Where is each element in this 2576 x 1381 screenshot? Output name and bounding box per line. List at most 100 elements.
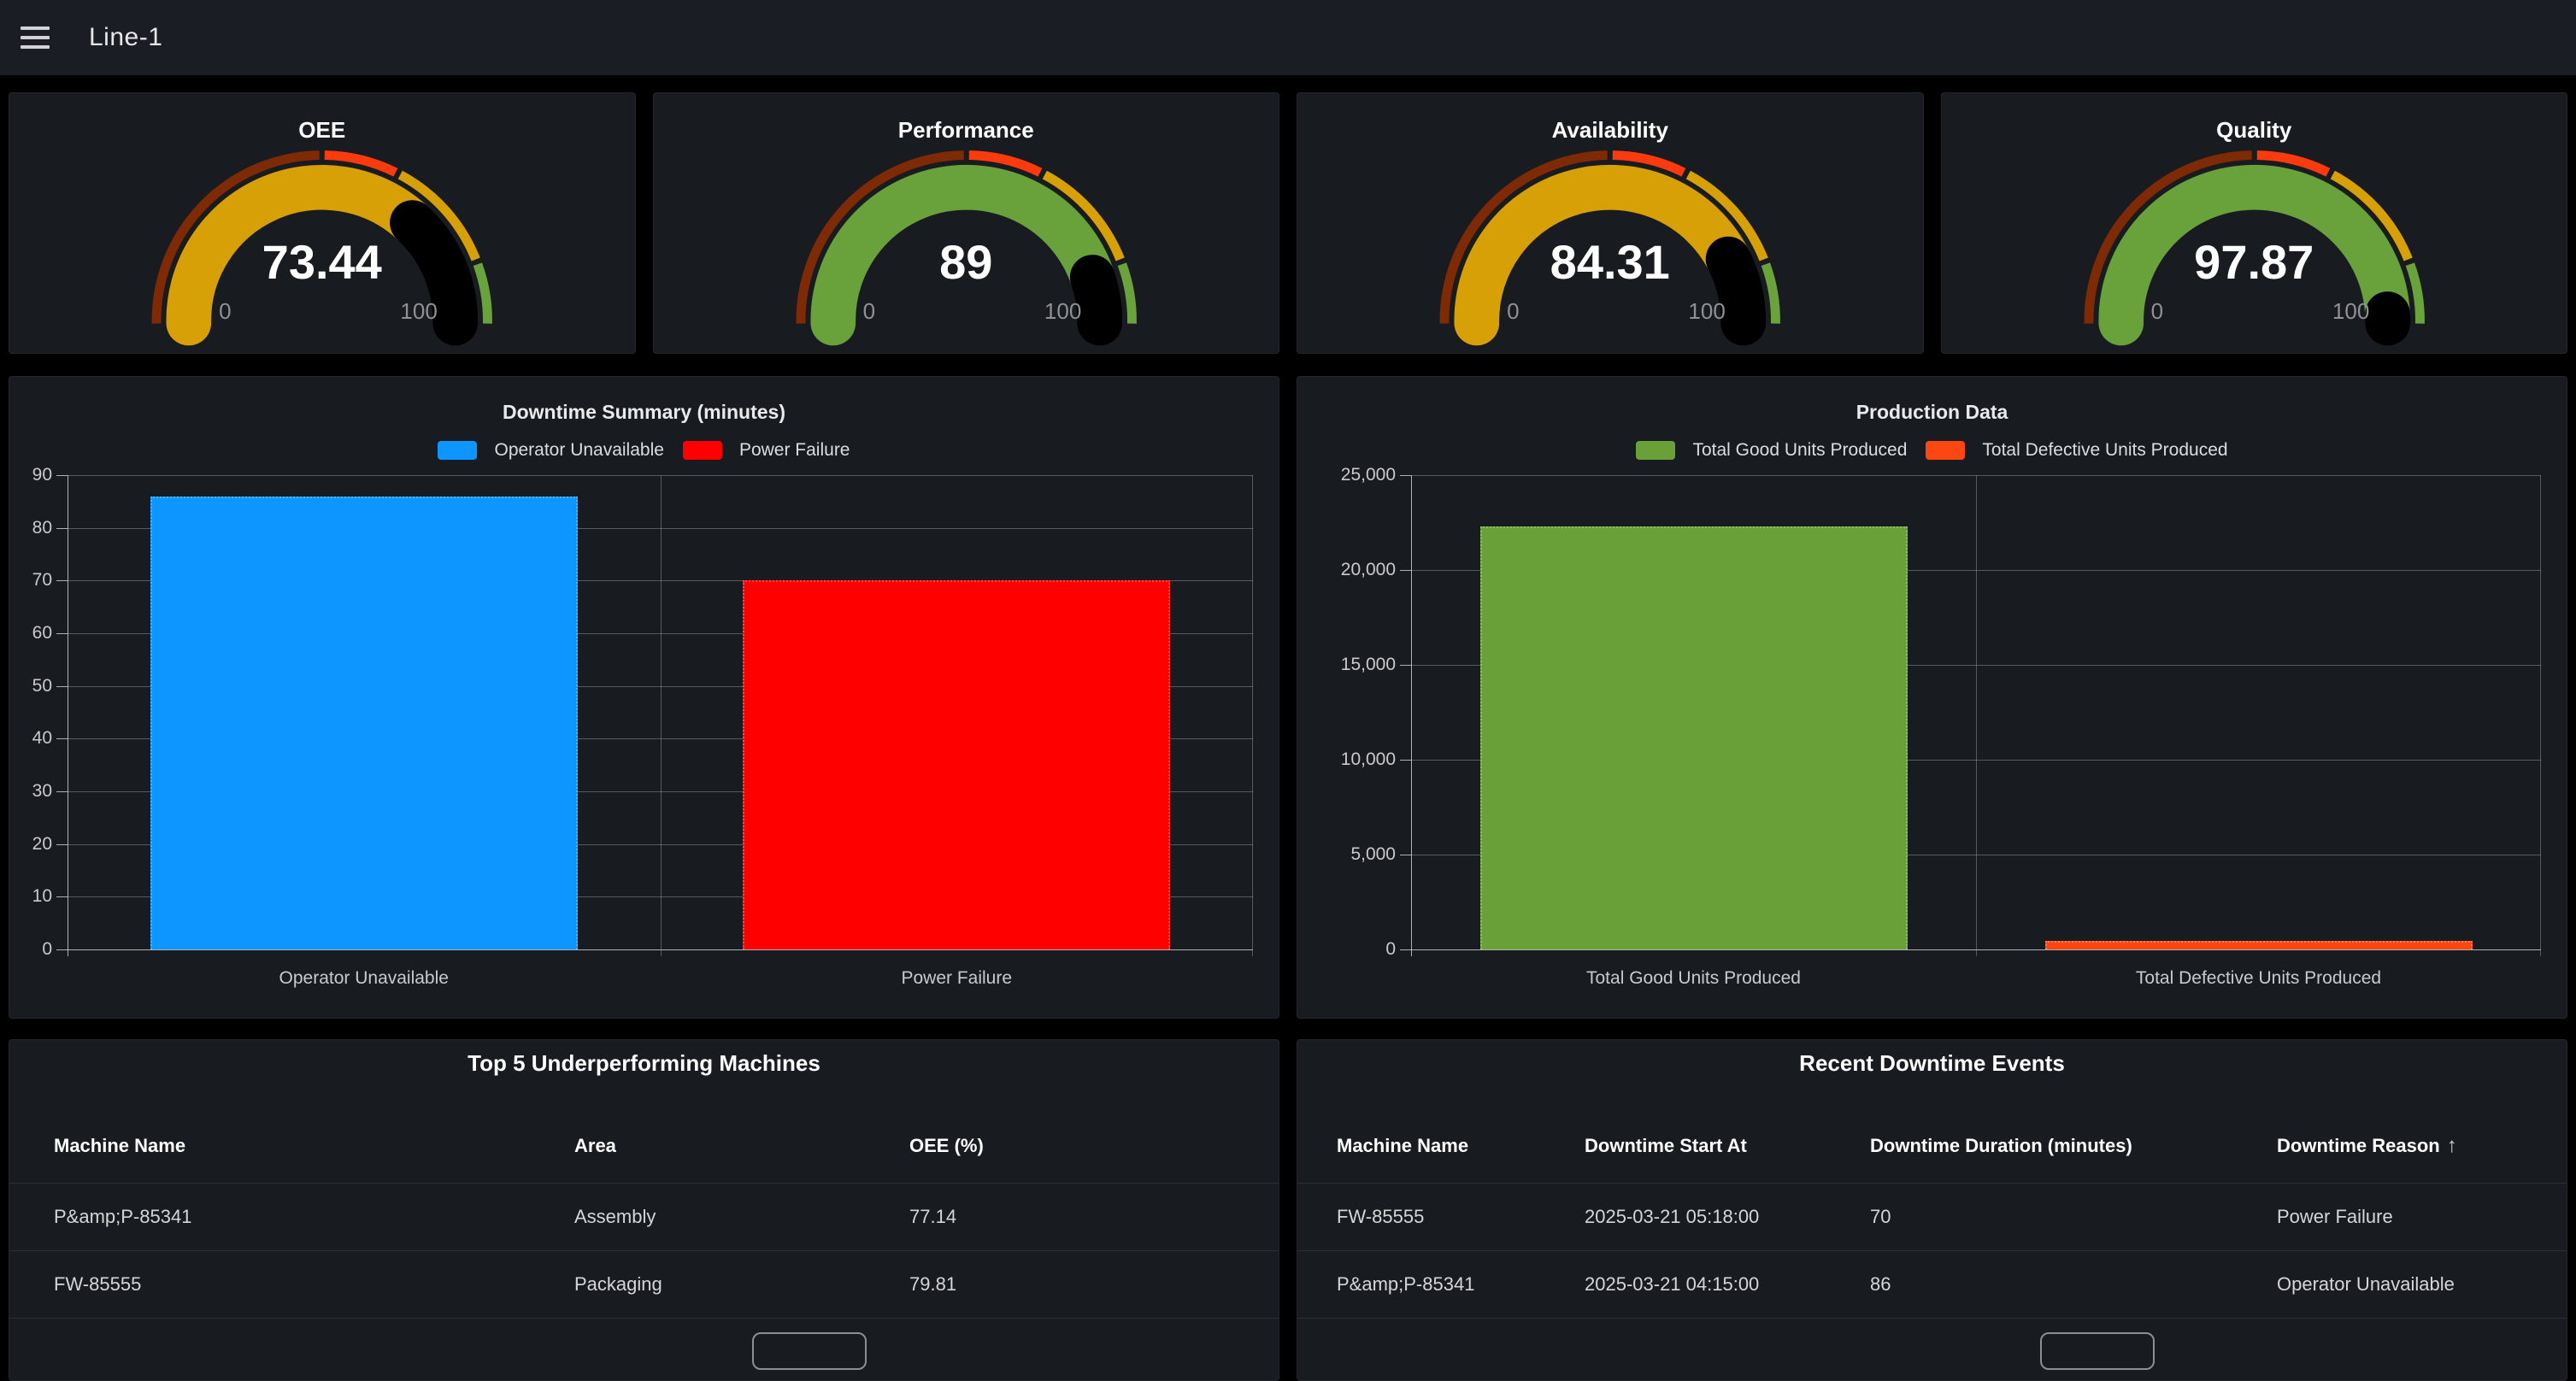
gauge-title: Availability xyxy=(1297,117,1923,144)
column-header-downtime-reason[interactable]: Downtime Reason↑ xyxy=(2277,1134,2541,1158)
sort-ascending-icon: ↑ xyxy=(2447,1134,2457,1157)
y-axis-tick xyxy=(56,475,68,476)
menu-icon[interactable] xyxy=(21,26,50,49)
legend-label: Total Good Units Produced xyxy=(1692,440,1907,461)
panel-performance-gauge: Performance 89 0 100 xyxy=(653,92,1280,354)
table-body: P&amp;P-85341Assembly77.14FW-85555Packag… xyxy=(9,1183,1279,1319)
x-category-label: Total Good Units Produced xyxy=(1411,968,1976,989)
y-axis-tick xyxy=(56,896,68,897)
y-tick-label: 10 xyxy=(9,886,52,907)
x-category-label: Total Defective Units Produced xyxy=(1976,968,2541,989)
legend-swatch-icon xyxy=(683,441,722,460)
table-cell: 70 xyxy=(1870,1206,2277,1228)
y-axis-tick xyxy=(1400,760,1411,761)
table-cell: 77.14 xyxy=(909,1206,1253,1228)
panel-availability-gauge: Availability 84.31 0 100 xyxy=(1297,92,1924,354)
gauge-value: 89 xyxy=(654,234,1279,290)
table-title: Recent Downtime Events xyxy=(1297,1050,2567,1077)
y-axis-tick xyxy=(56,949,68,950)
column-header-machine-name[interactable]: Machine Name xyxy=(54,1135,574,1157)
y-axis-tick xyxy=(56,580,68,581)
gauge-row: OEE 73.44 0 100 Performance 89 0 100 Ava… xyxy=(9,92,2567,354)
bar-power-failure[interactable] xyxy=(743,580,1170,949)
y-tick-label: 0 xyxy=(9,939,52,960)
table-cell: Packaging xyxy=(574,1273,909,1296)
table-body: FW-855552025-03-21 05:18:0070Power Failu… xyxy=(1297,1183,2567,1319)
gauge-min-label: 0 xyxy=(2151,298,2163,325)
x-category-label: Operator Unavailable xyxy=(68,968,661,989)
gauge-value: 97.87 xyxy=(1942,234,2567,290)
y-tick-label: 30 xyxy=(9,781,52,802)
bar-total-good-units-produced[interactable] xyxy=(1480,526,1908,949)
y-tick-label: 60 xyxy=(9,623,52,643)
table-row: P&amp;P-853412025-03-21 04:15:0086Operat… xyxy=(1297,1250,2567,1318)
gauge-value: 73.44 xyxy=(9,234,635,290)
y-tick-label: 25,000 xyxy=(1297,465,1396,485)
legend-item[interactable]: Total Defective Units Produced xyxy=(1926,440,2227,461)
gauge-min-label: 0 xyxy=(219,298,231,325)
legend-item[interactable]: Power Failure xyxy=(683,440,850,461)
table-cell: FW-85555 xyxy=(1337,1206,1585,1228)
gauge-title: OEE xyxy=(9,117,635,144)
column-header-downtime-duration-minutes-[interactable]: Downtime Duration (minutes) xyxy=(1870,1135,2277,1157)
table-row: P&amp;P-85341Assembly77.14 xyxy=(9,1183,1279,1250)
y-tick-label: 70 xyxy=(9,570,52,591)
y-axis-tick xyxy=(1400,475,1411,476)
y-axis-tick xyxy=(56,528,68,529)
x-category-label: Power Failure xyxy=(661,968,1254,989)
panel-production-data-chart: Production Data Total Good Units Produce… xyxy=(1297,376,2567,1019)
column-header-downtime-start-at[interactable]: Downtime Start At xyxy=(1585,1135,1870,1157)
chart-plot-area: 05,00010,00015,00020,00025,000Total Good… xyxy=(1411,475,2541,949)
dashboard-title: Line-1 xyxy=(89,23,162,52)
panel-downtime-summary-chart: Downtime Summary (minutes) Operator Unav… xyxy=(9,376,1279,1019)
panel-recent-downtime-events-table: Recent Downtime Events Machine NameDownt… xyxy=(1297,1039,2567,1381)
y-tick-label: 50 xyxy=(9,676,52,696)
legend-swatch-icon xyxy=(438,441,477,460)
chart-row: Downtime Summary (minutes) Operator Unav… xyxy=(9,376,2567,1019)
table-cell: P&amp;P-85341 xyxy=(54,1206,574,1228)
bar-operator-unavailable[interactable] xyxy=(150,497,578,949)
table-cell: Assembly xyxy=(574,1206,909,1228)
y-tick-label: 40 xyxy=(9,728,52,749)
y-axis-tick xyxy=(56,844,68,845)
y-axis-tick xyxy=(1400,665,1411,666)
y-tick-label: 10,000 xyxy=(1297,749,1396,770)
legend-label: Total Defective Units Produced xyxy=(1982,440,2227,461)
table-cell: Operator Unavailable xyxy=(2277,1273,2541,1296)
table-cell: 2025-03-21 04:15:00 xyxy=(1585,1273,1870,1296)
legend-label: Operator Unavailable xyxy=(494,440,663,461)
table-pagination-button[interactable] xyxy=(752,1332,867,1370)
gauge-max-label: 100 xyxy=(400,298,437,325)
legend-label: Power Failure xyxy=(739,440,850,461)
table-cell: 86 xyxy=(1870,1273,2277,1296)
table-pagination-button[interactable] xyxy=(2040,1332,2155,1370)
panel-oee-gauge: OEE 73.44 0 100 xyxy=(9,92,636,354)
y-tick-label: 90 xyxy=(9,465,52,485)
table-row: FW-85555Packaging79.81 xyxy=(9,1250,1279,1318)
table-cell: FW-85555 xyxy=(54,1273,574,1296)
y-tick-label: 80 xyxy=(9,518,52,538)
y-axis-tick xyxy=(56,686,68,687)
column-header-area[interactable]: Area xyxy=(574,1135,909,1157)
table-cell: 79.81 xyxy=(909,1273,1253,1296)
category-divider-line xyxy=(2540,475,2541,956)
table-cell: Power Failure xyxy=(2277,1206,2541,1228)
column-header-oee-[interactable]: OEE (%) xyxy=(909,1135,1253,1157)
chart-legend: Total Good Units Produced Total Defectiv… xyxy=(1297,440,2567,461)
y-tick-label: 5,000 xyxy=(1297,844,1396,865)
gauge-max-label: 100 xyxy=(1688,298,1725,325)
gauge-title: Quality xyxy=(1942,117,2567,144)
y-axis-tick xyxy=(56,791,68,792)
column-header-machine-name[interactable]: Machine Name xyxy=(1337,1135,1585,1157)
legend-item[interactable]: Total Good Units Produced xyxy=(1636,440,1907,461)
legend-swatch-icon xyxy=(1926,441,1965,460)
legend-item[interactable]: Operator Unavailable xyxy=(438,440,663,461)
gauge-title: Performance xyxy=(654,117,1279,144)
bar-total-defective-units-produced[interactable] xyxy=(2045,941,2473,949)
table-row: FW-855552025-03-21 05:18:0070Power Failu… xyxy=(1297,1183,2567,1250)
category-divider-line xyxy=(661,475,662,956)
y-tick-label: 0 xyxy=(1297,939,1396,960)
category-divider-line xyxy=(1976,475,1977,956)
y-axis-tick xyxy=(1400,570,1411,571)
table-row-section: Top 5 Underperforming Machines Machine N… xyxy=(9,1039,2567,1381)
